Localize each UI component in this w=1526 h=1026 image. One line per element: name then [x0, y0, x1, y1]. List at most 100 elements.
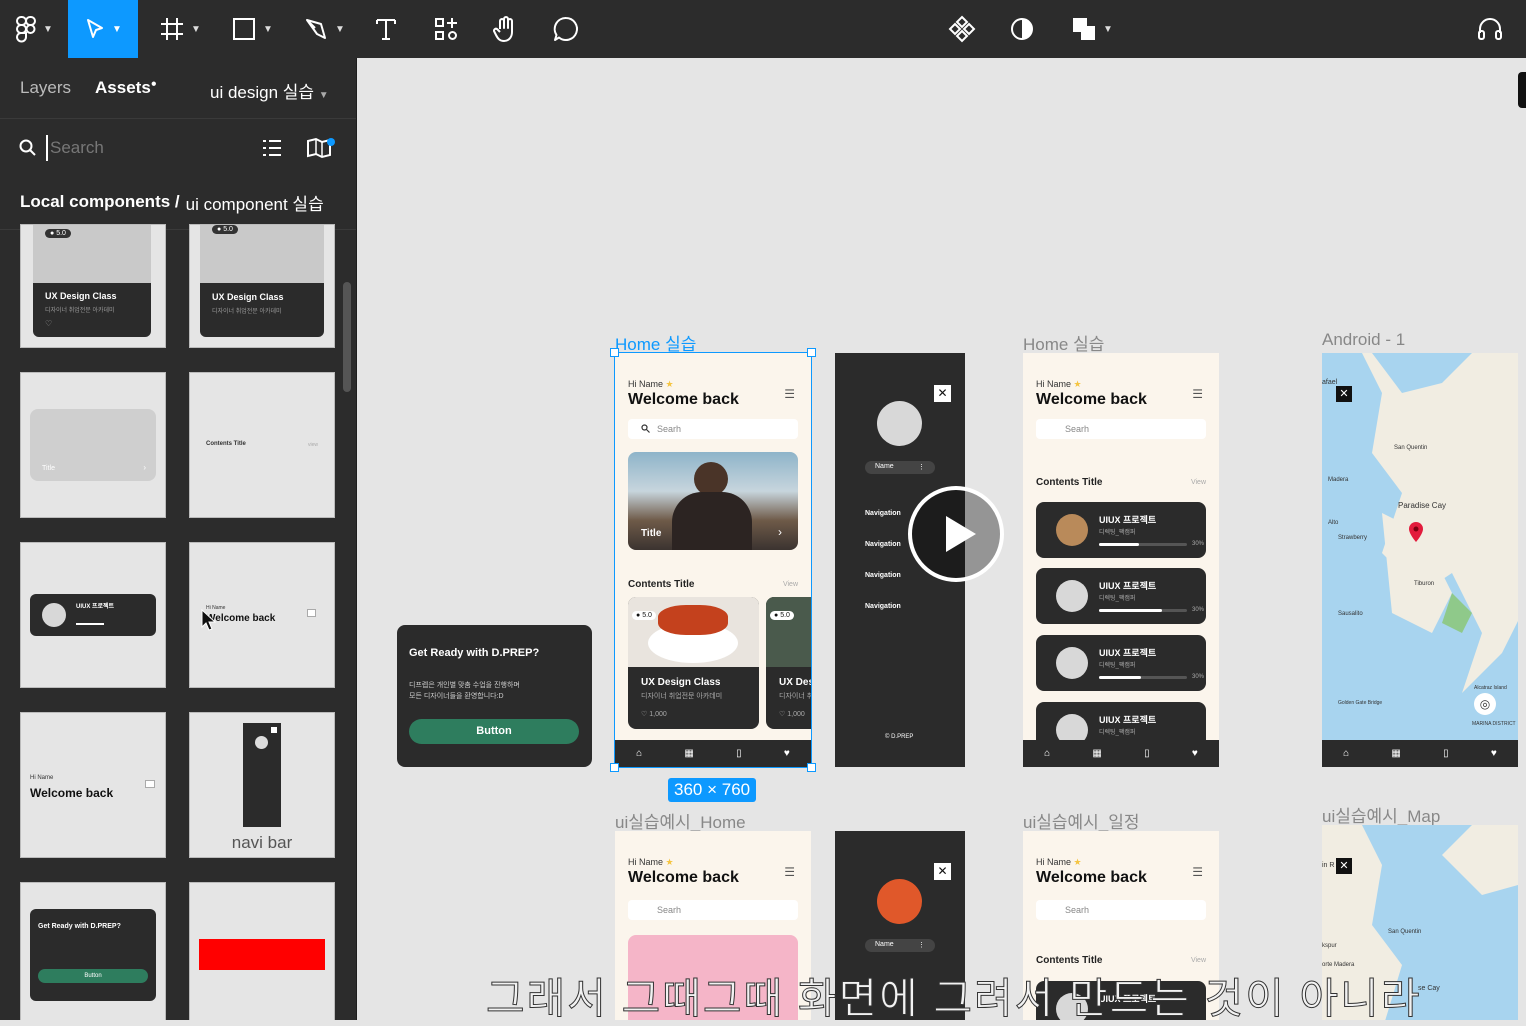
- close-icon[interactable]: ✕: [934, 385, 951, 402]
- headphones-icon: [1478, 18, 1502, 40]
- frame-label-ex-schedule[interactable]: ui실습예시_일정: [1023, 808, 1140, 833]
- tab-assets[interactable]: Assets●: [95, 78, 157, 98]
- figma-logo-icon: [16, 16, 37, 43]
- map-icon[interactable]: ▯: [1144, 748, 1150, 759]
- home-icon[interactable]: ⌂: [1044, 748, 1050, 759]
- move-tool-button[interactable]: ▼: [68, 0, 138, 58]
- welcome-title: Welcome back: [628, 869, 739, 886]
- frame-label-ex-map[interactable]: ui실습예시_Map: [1322, 802, 1440, 827]
- selection-box[interactable]: [614, 352, 812, 768]
- cursor-icon: [87, 19, 104, 38]
- name-chip[interactable]: Name ⋮: [865, 939, 935, 952]
- frame-tool-button[interactable]: ▼: [150, 0, 210, 58]
- hand-tool-button[interactable]: [486, 0, 526, 58]
- text-tool-button[interactable]: [366, 0, 406, 58]
- frame-label-ex-home[interactable]: ui실습예시_Home: [615, 808, 746, 833]
- components-button[interactable]: [942, 0, 982, 58]
- list-view-icon[interactable]: [262, 139, 282, 157]
- view-link[interactable]: View: [1191, 479, 1206, 486]
- calendar-icon[interactable]: ▦: [1092, 748, 1101, 759]
- component-thumb-promo[interactable]: Get Ready with D.PREP? Button: [20, 882, 166, 1020]
- menu-icon[interactable]: ☰: [1192, 865, 1203, 879]
- chevron-down-icon: ▼: [112, 23, 122, 35]
- home-frame-2[interactable]: Hi Name ★ Welcome back ☰ Searh Contents …: [1023, 353, 1219, 767]
- close-icon[interactable]: ✕: [1336, 386, 1352, 402]
- project-item-1[interactable]: UIUX 프로젝트 디렉팅_팩캠퍼 30%: [1036, 502, 1206, 558]
- canvas-scrollbar[interactable]: [1518, 72, 1526, 108]
- progress-fill: [1099, 609, 1163, 612]
- map-label: Golden Gate Bridge: [1338, 700, 1383, 706]
- breadcrumb-root[interactable]: Local components /: [20, 192, 180, 212]
- resources-icon: [435, 18, 457, 40]
- tab-layers[interactable]: Layers: [20, 78, 71, 98]
- mouse-cursor-icon: [201, 608, 216, 631]
- frame-label-android[interactable]: Android - 1: [1322, 330, 1405, 350]
- canvas[interactable]: Home 실습 Home 실습 Android - 1 ui실습예시_Home …: [358, 58, 1526, 1020]
- search-input[interactable]: [46, 135, 226, 161]
- welcome-title: Welcome back: [1036, 869, 1147, 886]
- project-sub: 디렉팅_팩캠퍼: [1099, 530, 1136, 536]
- map-label: Alcatraz Island: [1474, 685, 1507, 691]
- component-icon: [948, 15, 976, 43]
- project-item-3[interactable]: UIUX 프로젝트 디렉팅_팩캠퍼 30%: [1036, 635, 1206, 691]
- shape-tool-button[interactable]: ▼: [222, 0, 282, 58]
- card-sub: 디자이너 취업전문 아카데미: [45, 308, 115, 314]
- menu-icon[interactable]: ☰: [1192, 387, 1203, 401]
- component-thumb-contents-title[interactable]: Contents Title view: [189, 372, 335, 518]
- resources-button[interactable]: [426, 0, 466, 58]
- component-thumb-project-item[interactable]: UIUX 프로젝트: [20, 542, 166, 688]
- search-bar[interactable]: Searh: [1036, 900, 1206, 920]
- map-pin-icon[interactable]: [1408, 521, 1424, 543]
- frame-label-home[interactable]: Home 실습: [1023, 330, 1104, 355]
- nav-item-4[interactable]: Navigation: [865, 603, 901, 610]
- close-icon[interactable]: ✕: [934, 863, 951, 880]
- pen-tool-button[interactable]: ▼: [294, 0, 354, 58]
- menu-icon[interactable]: ☰: [784, 865, 795, 879]
- resize-handle-tr[interactable]: [807, 348, 816, 357]
- greeting-label: Hi Name ★: [1036, 379, 1082, 390]
- calendar-icon[interactable]: ▦: [1391, 748, 1400, 759]
- name-chip[interactable]: Name ⋮: [865, 461, 935, 474]
- promo-button[interactable]: Button: [409, 719, 579, 744]
- comment-tool-button[interactable]: [546, 0, 586, 58]
- component-thumb-header-2[interactable]: Hi Name Welcome back: [20, 712, 166, 858]
- project-title: UIUX 프로젝트: [1099, 581, 1157, 591]
- main-menu-button[interactable]: ▼: [0, 0, 68, 58]
- title-card: Title ›: [30, 409, 156, 481]
- promo-card[interactable]: Get Ready with D.PREP? 디프렙은 개인별 맞춤 수업을 진…: [397, 625, 592, 767]
- component-thumb-ux-card[interactable]: ● 5.0 UX Design Class 디자이너 취업전문 아카데미 ♡: [20, 224, 166, 348]
- library-selector[interactable]: ui design 실습 ▼: [210, 78, 329, 103]
- android-map-frame[interactable]: ✕ afael San Quentin Madera Paradise Cay …: [1322, 353, 1518, 767]
- search-bar[interactable]: Searh: [628, 900, 798, 920]
- search-bar[interactable]: Searh: [1036, 419, 1206, 439]
- play-button[interactable]: [908, 486, 1004, 582]
- map-icon[interactable]: ▯: [1443, 748, 1449, 759]
- audio-button[interactable]: [1470, 0, 1510, 58]
- project-item-2[interactable]: UIUX 프로젝트 디렉팅_팩캠퍼 30%: [1036, 568, 1206, 624]
- avatar: [42, 603, 66, 627]
- pen-icon: [306, 19, 327, 39]
- locate-icon[interactable]: ◎: [1474, 693, 1496, 715]
- library-book-icon[interactable]: [306, 137, 336, 159]
- promo-title: Get Ready with D.PREP?: [38, 923, 121, 930]
- nav-item-3[interactable]: Navigation: [865, 572, 901, 579]
- home-icon[interactable]: ⌂: [1343, 748, 1349, 759]
- scrollbar[interactable]: [343, 282, 351, 392]
- nav-item-2[interactable]: Navigation: [865, 541, 901, 548]
- nav-item-1[interactable]: Navigation: [865, 510, 901, 517]
- close-icon[interactable]: ✕: [1336, 858, 1352, 874]
- heart-icon[interactable]: ♥: [1491, 748, 1497, 759]
- view-link[interactable]: View: [1191, 957, 1206, 964]
- contents-title: Contents Title: [1036, 477, 1103, 488]
- hi-name-label: Hi Name: [30, 775, 54, 781]
- mask-button[interactable]: [1002, 0, 1042, 58]
- boolean-button[interactable]: ▼: [1062, 0, 1122, 58]
- heart-icon[interactable]: ♥: [1192, 748, 1198, 759]
- resize-handle-br[interactable]: [807, 763, 816, 772]
- resize-handle-tl[interactable]: [610, 348, 619, 357]
- component-thumb-navi-bar[interactable]: navi bar: [189, 712, 335, 858]
- component-thumb-ux-card-2[interactable]: ● 5.0 UX Design Class 디자이너 취업전문 아카데미: [189, 224, 335, 348]
- component-thumb-red-rect[interactable]: [189, 882, 335, 1020]
- component-thumb-title-card[interactable]: Title ›: [20, 372, 166, 518]
- resize-handle-bl[interactable]: [610, 763, 619, 772]
